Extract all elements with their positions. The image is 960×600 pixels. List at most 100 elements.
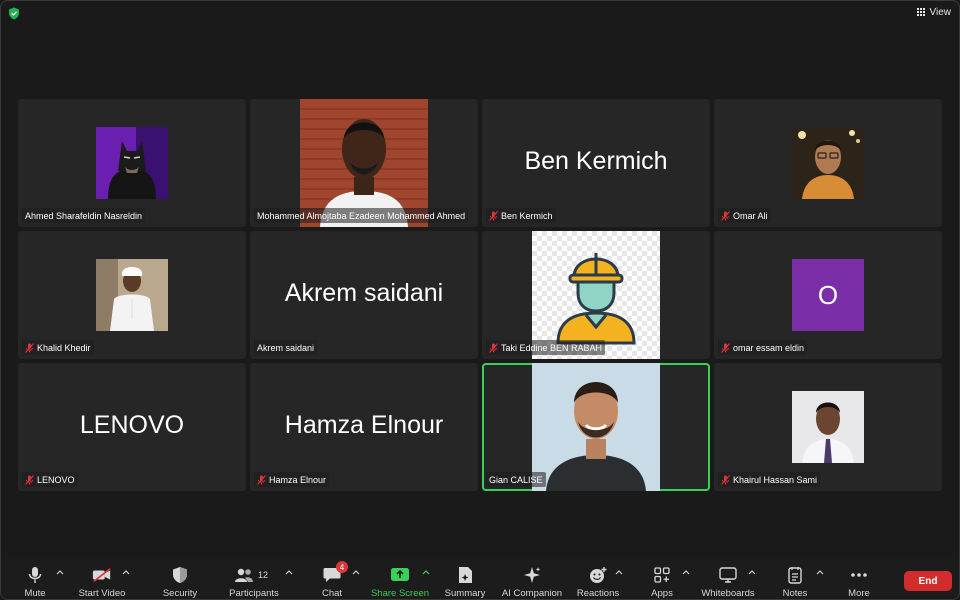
share-screen-button[interactable]: Share Screen xyxy=(370,559,430,599)
grid-view-icon xyxy=(916,8,926,17)
participant-name: Mohammed Almojtaba Ezadeen Mohammed Ahme… xyxy=(257,210,466,221)
participant-tile[interactable]: Hamza Elnour Hamza Elnour xyxy=(250,363,478,491)
whiteboards-button[interactable]: Whiteboards xyxy=(699,559,757,599)
participant-name: Omar Ali xyxy=(733,210,768,221)
participant-display-name: Ben Kermich xyxy=(524,147,668,176)
microphone-muted-icon xyxy=(25,474,34,485)
participant-name-bar: Khairul Hassan Sami xyxy=(718,472,821,487)
reactions-button[interactable]: Reactions xyxy=(576,559,620,599)
summary-document-icon xyxy=(459,567,472,583)
chevron-up-icon[interactable] xyxy=(352,569,360,575)
participant-name: Ben Kermich xyxy=(501,210,553,221)
chevron-up-icon[interactable] xyxy=(122,569,130,575)
more-button[interactable]: More xyxy=(843,559,875,599)
participant-name-bar: Gian CALISE xyxy=(486,472,546,487)
participant-tile[interactable]: Mohammed Almojtaba Ezadeen Mohammed Ahme… xyxy=(250,99,478,227)
participant-name-bar: Akrem saidani xyxy=(254,340,318,355)
more-dots-icon xyxy=(851,573,867,577)
meeting-toolbar: Mute Start Video Security 12 Participant… xyxy=(1,559,959,599)
apps-icon xyxy=(654,567,670,583)
participant-tile[interactable]: Omar Ali xyxy=(714,99,942,227)
participant-name-bar: LENOVO xyxy=(22,472,78,487)
participant-tile[interactable]: Ben Kermich Ben Kermich xyxy=(482,99,710,227)
participant-name: Taki Eddine BEN RABAH xyxy=(501,342,603,353)
chevron-up-icon[interactable] xyxy=(615,569,623,575)
participant-tile[interactable]: Khairul Hassan Sami xyxy=(714,363,942,491)
participant-name: Ahmed Sharafeldin Nasreldin xyxy=(25,210,143,221)
summary-button[interactable]: Summary xyxy=(443,559,487,599)
participant-tile-active-speaker[interactable]: Gian CALISE xyxy=(482,363,710,491)
participant-display-name: Akrem saidani xyxy=(284,279,444,308)
share-screen-label: Share Screen xyxy=(370,588,430,599)
participant-name: Hamza Elnour xyxy=(269,474,327,485)
participant-name-bar: Khalid Khedir xyxy=(22,340,94,355)
participant-name: omar essam eldin xyxy=(733,342,805,353)
start-video-label: Start Video xyxy=(78,588,126,599)
microphone-muted-icon xyxy=(489,342,498,353)
participant-name-bar: Ben Kermich xyxy=(486,208,556,223)
chevron-up-icon[interactable] xyxy=(285,569,293,575)
mute-button[interactable]: Mute xyxy=(19,559,51,599)
start-video-button[interactable]: Start Video xyxy=(77,559,127,599)
microphone-muted-icon xyxy=(257,474,266,485)
participant-photo xyxy=(792,127,864,199)
participant-initial-avatar: O xyxy=(792,259,864,331)
participant-tile[interactable]: Khalid Khedir xyxy=(18,231,246,359)
microphone-muted-icon xyxy=(25,342,34,353)
security-label: Security xyxy=(162,588,198,599)
participant-initial: O xyxy=(817,279,839,310)
participant-tile[interactable]: O omar essam eldin xyxy=(714,231,942,359)
microphone-muted-icon xyxy=(721,210,730,221)
ai-companion-label: AI Companion xyxy=(501,588,563,599)
participant-name: Gian CALISE xyxy=(489,474,543,485)
notes-label: Notes xyxy=(782,588,808,599)
participant-tile[interactable]: Ahmed Sharafeldin Nasreldin xyxy=(18,99,246,227)
participants-count: 12 xyxy=(258,570,269,580)
participant-name-bar: Hamza Elnour xyxy=(254,472,330,487)
video-camera-off-icon xyxy=(92,567,111,583)
apps-button[interactable]: Apps xyxy=(645,559,679,599)
smiley-plus-icon xyxy=(590,567,607,583)
microphone-muted-icon xyxy=(721,342,730,353)
view-button[interactable]: View xyxy=(916,7,952,18)
participant-name-bar: Omar Ali xyxy=(718,208,771,223)
whiteboard-icon xyxy=(719,567,737,583)
security-shield-icon[interactable] xyxy=(8,7,20,20)
participant-name: Khairul Hassan Sami xyxy=(733,474,818,485)
zoom-meeting-window: View Ahmed Sharafeldin Nasreldin Mohamme… xyxy=(0,0,960,600)
participant-photo xyxy=(792,391,864,463)
chat-unread-badge: 4 xyxy=(336,561,348,573)
chevron-up-icon[interactable] xyxy=(56,569,64,575)
reactions-label: Reactions xyxy=(576,588,620,599)
whiteboards-label: Whiteboards xyxy=(701,588,755,599)
participants-icon xyxy=(235,568,253,582)
mute-label: Mute xyxy=(24,588,46,599)
participant-tile[interactable]: LENOVO LENOVO xyxy=(18,363,246,491)
participants-label: Participants xyxy=(229,588,279,599)
participant-name-bar: omar essam eldin xyxy=(718,340,808,355)
shield-icon xyxy=(173,567,187,583)
notes-button[interactable]: Notes xyxy=(779,559,811,599)
sparkle-icon xyxy=(524,567,541,583)
ai-companion-button[interactable]: AI Companion xyxy=(501,559,563,599)
security-button[interactable]: Security xyxy=(161,559,199,599)
participant-display-name: LENOVO xyxy=(79,411,185,440)
end-meeting-button[interactable]: End xyxy=(904,571,952,591)
share-screen-icon xyxy=(391,568,409,581)
view-label: View xyxy=(929,7,952,18)
chevron-up-icon[interactable] xyxy=(816,569,824,575)
participant-name-bar: Taki Eddine BEN RABAH xyxy=(486,340,606,355)
participant-tile[interactable]: Taki Eddine BEN RABAH xyxy=(482,231,710,359)
chevron-up-icon[interactable] xyxy=(422,569,430,575)
chevron-up-icon[interactable] xyxy=(748,569,756,575)
chat-label: Chat xyxy=(321,588,343,599)
participant-name-bar: Mohammed Almojtaba Ezadeen Mohammed Ahme… xyxy=(254,208,469,223)
participants-button[interactable]: 12 Participants xyxy=(226,559,282,599)
chevron-up-icon[interactable] xyxy=(682,569,690,575)
top-bar: View xyxy=(1,1,959,27)
participant-name: Khalid Khedir xyxy=(37,342,91,353)
chat-button[interactable]: 4 Chat xyxy=(317,559,348,599)
participant-tile[interactable]: Akrem saidani Akrem saidani xyxy=(250,231,478,359)
notes-icon xyxy=(788,567,802,584)
more-label: More xyxy=(848,588,870,599)
